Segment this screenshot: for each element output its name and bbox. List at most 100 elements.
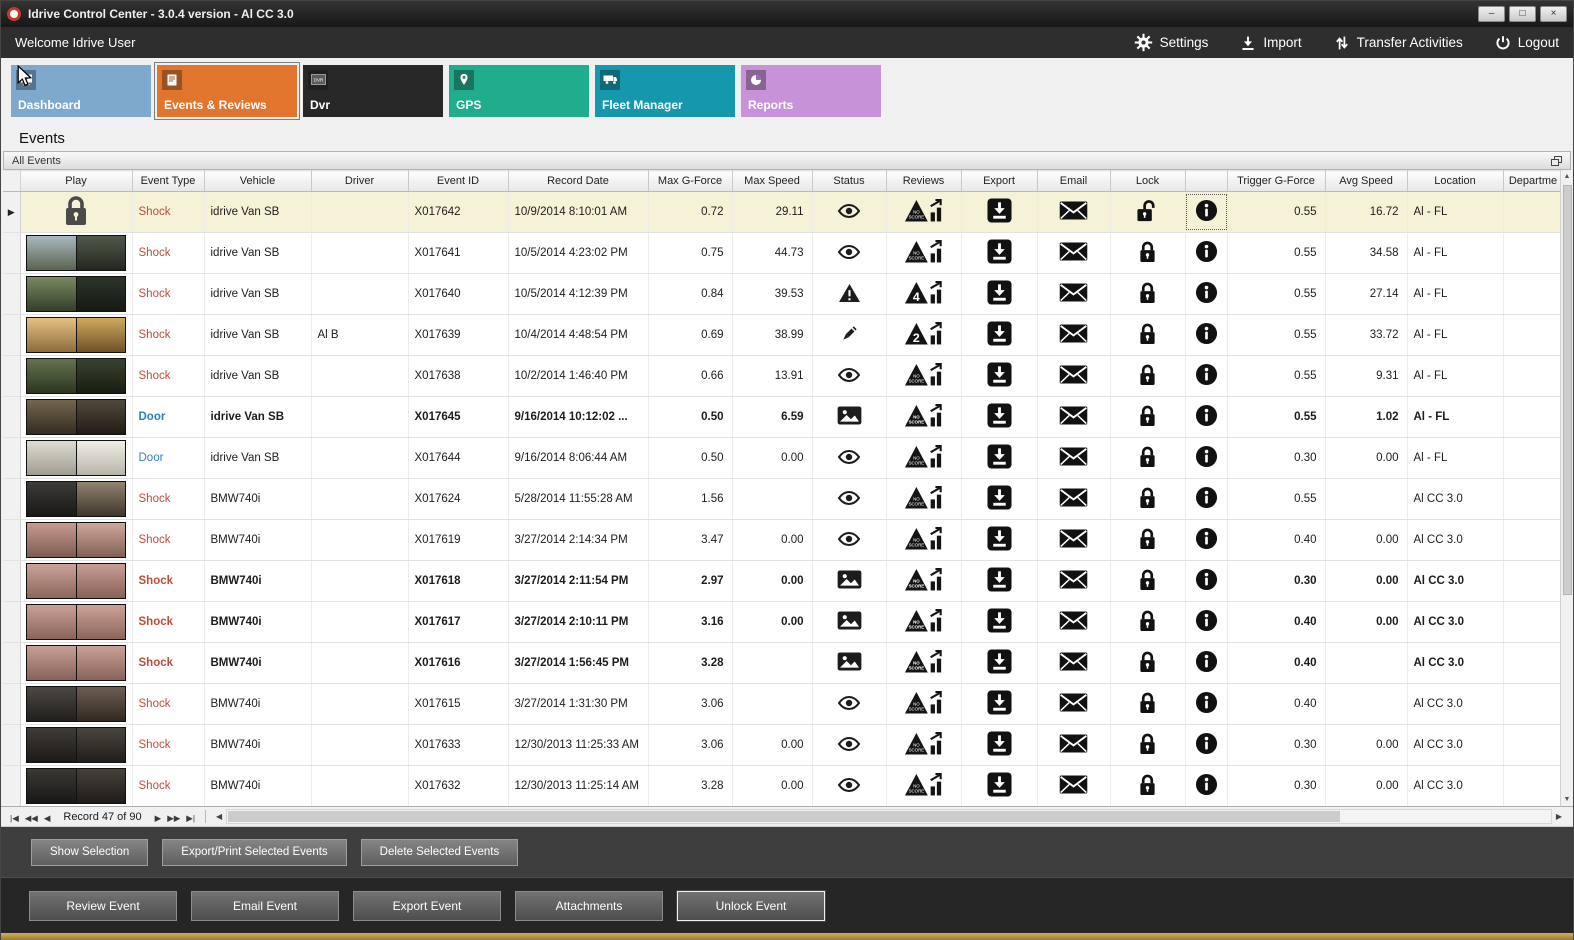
event-row[interactable]: Shock BMW740i X017618 3/27/2014 2:11:54 PM 2… bbox=[3, 560, 1564, 602]
cell-play[interactable] bbox=[20, 683, 133, 725]
cell-info[interactable] bbox=[1185, 314, 1228, 356]
cell-lock[interactable] bbox=[1110, 396, 1186, 438]
cell-status[interactable] bbox=[812, 437, 887, 479]
cell-email[interactable] bbox=[1037, 560, 1111, 602]
col-header-info[interactable] bbox=[1185, 170, 1228, 192]
cell-play[interactable] bbox=[20, 478, 133, 520]
cell-reviews[interactable]: NO SCORE bbox=[886, 642, 962, 684]
cell-play[interactable] bbox=[20, 273, 133, 315]
cell-info[interactable] bbox=[1185, 601, 1228, 643]
scroll-left-button[interactable]: ◀ bbox=[213, 812, 225, 821]
cell-status[interactable] bbox=[812, 560, 887, 602]
cell-play[interactable] bbox=[20, 191, 133, 233]
cell-export[interactable] bbox=[961, 560, 1038, 602]
nav-tile-dvr[interactable]: DVR Dvr bbox=[303, 64, 443, 117]
cell-status[interactable] bbox=[812, 314, 887, 356]
delete-selected-button[interactable]: Delete Selected Events bbox=[360, 838, 519, 866]
cell-reviews[interactable]: NO SCORE bbox=[886, 560, 962, 602]
event-thumbnail[interactable] bbox=[26, 317, 126, 353]
cell-email[interactable] bbox=[1037, 601, 1111, 643]
topbar-action-transfer[interactable]: Transfer Activities bbox=[1334, 35, 1463, 51]
event-thumbnail[interactable] bbox=[26, 358, 126, 394]
scroll-right-button[interactable]: ▶ bbox=[1553, 812, 1565, 821]
topbar-action-settings[interactable]: Settings bbox=[1134, 33, 1208, 52]
scroll-down-button[interactable]: ▼ bbox=[1564, 793, 1571, 806]
cell-status[interactable] bbox=[812, 273, 887, 315]
minimize-button[interactable]: – bbox=[1478, 6, 1505, 22]
cell-lock[interactable] bbox=[1110, 478, 1186, 520]
cell-status[interactable] bbox=[812, 519, 887, 561]
cell-play[interactable] bbox=[20, 355, 133, 397]
hscroll-track[interactable] bbox=[226, 809, 1552, 824]
col-header-status[interactable]: Status bbox=[812, 170, 887, 192]
cell-export[interactable] bbox=[961, 683, 1038, 725]
maximize-button[interactable]: □ bbox=[1509, 6, 1536, 22]
cell-info[interactable] bbox=[1185, 724, 1228, 766]
cell-info[interactable] bbox=[1185, 437, 1228, 479]
event-row[interactable]: Shock idrive Van SB X017638 10/2/2014 1:46:… bbox=[3, 355, 1564, 397]
cell-status[interactable] bbox=[812, 724, 887, 766]
event-row[interactable]: Door idrive Van SB X017644 9/16/2014 8:06:4… bbox=[3, 437, 1564, 479]
col-header-record-date[interactable]: Record Date bbox=[508, 170, 649, 192]
email-event-button[interactable]: Email Event bbox=[191, 890, 339, 921]
cell-reviews[interactable]: NO SCORE bbox=[886, 355, 962, 397]
cell-info[interactable] bbox=[1185, 478, 1228, 520]
cell-play[interactable] bbox=[20, 519, 133, 561]
cell-status[interactable] bbox=[812, 355, 887, 397]
cell-email[interactable] bbox=[1037, 765, 1111, 806]
col-header-max-speed[interactable]: Max Speed bbox=[732, 170, 813, 192]
prev-page-button[interactable]: ◀◀ bbox=[22, 813, 41, 823]
event-thumbnail[interactable] bbox=[26, 399, 126, 435]
cell-lock[interactable] bbox=[1110, 642, 1186, 684]
vscroll-thumb[interactable] bbox=[1562, 185, 1572, 595]
col-header-lock[interactable]: Lock bbox=[1110, 170, 1186, 192]
event-thumbnail[interactable] bbox=[26, 235, 126, 271]
cell-export[interactable] bbox=[961, 478, 1038, 520]
cell-email[interactable] bbox=[1037, 396, 1111, 438]
event-thumbnail[interactable] bbox=[26, 276, 126, 312]
cell-lock[interactable] bbox=[1110, 560, 1186, 602]
nav-tile-reports[interactable]: Reports bbox=[741, 64, 881, 117]
cell-play[interactable] bbox=[20, 437, 133, 479]
cell-lock[interactable] bbox=[1110, 355, 1186, 397]
cell-lock[interactable] bbox=[1110, 724, 1186, 766]
nav-tile-events[interactable]: Events & Reviews bbox=[154, 61, 300, 120]
event-row[interactable]: Shock idrive Van SB X017641 10/5/2014 4:23:… bbox=[3, 232, 1564, 274]
nav-tile-fleet[interactable]: Fleet Manager bbox=[595, 64, 735, 117]
first-record-button[interactable]: |◀ bbox=[7, 813, 22, 823]
cell-email[interactable] bbox=[1037, 642, 1111, 684]
cell-email[interactable] bbox=[1037, 683, 1111, 725]
event-thumbnail[interactable] bbox=[26, 481, 126, 517]
col-header-avg-speed[interactable]: Avg Speed bbox=[1325, 170, 1408, 192]
cell-info[interactable] bbox=[1185, 765, 1228, 806]
cell-export[interactable] bbox=[961, 601, 1038, 643]
panel-restore-icon[interactable] bbox=[1551, 155, 1562, 166]
cell-play[interactable] bbox=[20, 724, 133, 766]
event-thumbnail[interactable] bbox=[26, 440, 126, 476]
col-header-event-type[interactable]: Event Type bbox=[132, 170, 205, 192]
cell-export[interactable] bbox=[961, 437, 1038, 479]
col-header-vehicle[interactable]: Vehicle bbox=[204, 170, 312, 192]
cell-info[interactable] bbox=[1185, 560, 1228, 602]
cell-lock[interactable] bbox=[1110, 765, 1186, 806]
cell-info[interactable] bbox=[1185, 273, 1228, 315]
topbar-action-logout[interactable]: Logout bbox=[1495, 35, 1559, 51]
cell-reviews[interactable]: 2 bbox=[886, 314, 962, 356]
event-row[interactable]: Shock idrive Van SB Al B X017639 10/4/2014 4… bbox=[3, 314, 1564, 356]
cell-status[interactable] bbox=[812, 396, 887, 438]
cell-export[interactable] bbox=[961, 724, 1038, 766]
cell-play[interactable] bbox=[20, 232, 133, 274]
cell-export[interactable] bbox=[961, 232, 1038, 274]
attachments-button[interactable]: Attachments bbox=[515, 890, 663, 921]
cell-info[interactable] bbox=[1185, 683, 1228, 725]
cell-email[interactable] bbox=[1037, 273, 1111, 315]
cell-export[interactable] bbox=[961, 396, 1038, 438]
cell-export[interactable] bbox=[961, 519, 1038, 561]
cell-lock[interactable] bbox=[1110, 601, 1186, 643]
cell-reviews[interactable]: NO SCORE bbox=[886, 478, 962, 520]
cell-lock[interactable] bbox=[1110, 437, 1186, 479]
cell-reviews[interactable]: NO SCORE bbox=[886, 191, 962, 233]
cell-status[interactable] bbox=[812, 683, 887, 725]
event-thumbnail[interactable] bbox=[26, 645, 126, 681]
cell-lock[interactable] bbox=[1110, 683, 1186, 725]
